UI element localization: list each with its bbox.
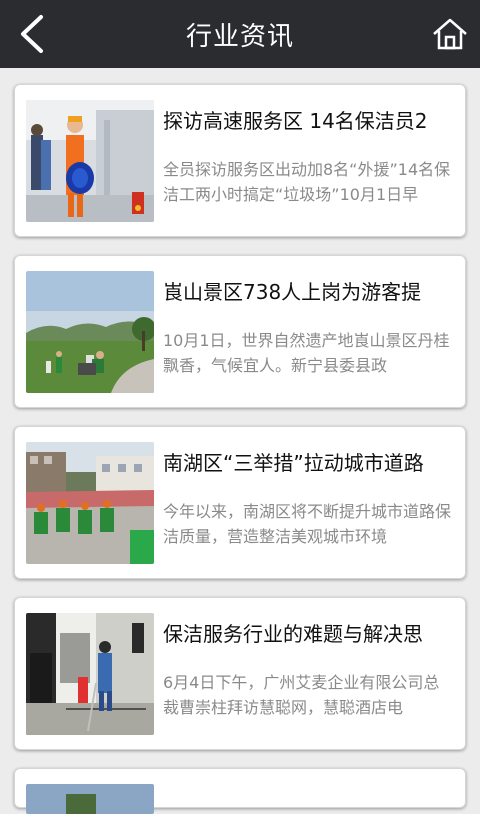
- page-title: 行业资讯: [185, 21, 294, 52]
- news-card[interactable]: 崀山景区738人上岗为游客提 10月1日，世界自然遗产地崀山景区丹桂飘香，气候宜…: [14, 255, 466, 408]
- home-button[interactable]: [428, 12, 472, 56]
- back-chevron-icon: [21, 15, 43, 53]
- news-title: 崀山景区738人上岗为游客提: [163, 280, 422, 304]
- news-thumbnail: [26, 613, 154, 735]
- news-title: 保洁服务行业的难题与解决思: [163, 622, 423, 646]
- news-summary: 6月4日下午，广州艾麦企业有限公司总裁曹崇柱拜访慧聪网，慧聪酒店电: [163, 673, 440, 717]
- news-title: 南湖区“三举措”拉动城市道路: [163, 451, 424, 475]
- back-button[interactable]: [8, 10, 56, 58]
- news-card[interactable]: 保洁服务行业的难题与解决思 6月4日下午，广州艾麦企业有限公司总裁曹崇柱拜访慧聪…: [14, 597, 466, 750]
- news-card[interactable]: 探访高速服务区 14名保洁员2 全员探访服务区出动加8名“外援”14名保洁工两小…: [14, 84, 466, 237]
- news-card[interactable]: 南湖区“三举措”拉动城市道路 今年以来，南湖区将不断提升城市道路保洁质量，营造整…: [14, 426, 466, 579]
- home-icon: [433, 18, 467, 50]
- news-thumbnail: [26, 271, 154, 393]
- news-summary: 全员探访服务区出动加8名“外援”14名保洁工两小时搞定“垃圾场”10月1日早: [163, 160, 451, 204]
- news-summary: 10月1日，世界自然遗产地崀山景区丹桂飘香，气候宜人。新宁县委县政: [163, 331, 450, 375]
- news-card[interactable]: [14, 768, 466, 814]
- top-bar: 行业资讯: [0, 0, 480, 68]
- news-title: 探访高速服务区 14名保洁员2: [163, 109, 428, 133]
- news-summary: 今年以来，南湖区将不断提升城市道路保洁质量，营造整洁美观城市环境: [163, 502, 452, 546]
- news-thumbnail: [26, 442, 154, 564]
- news-thumbnail: [26, 100, 154, 222]
- news-thumbnail: [26, 784, 154, 814]
